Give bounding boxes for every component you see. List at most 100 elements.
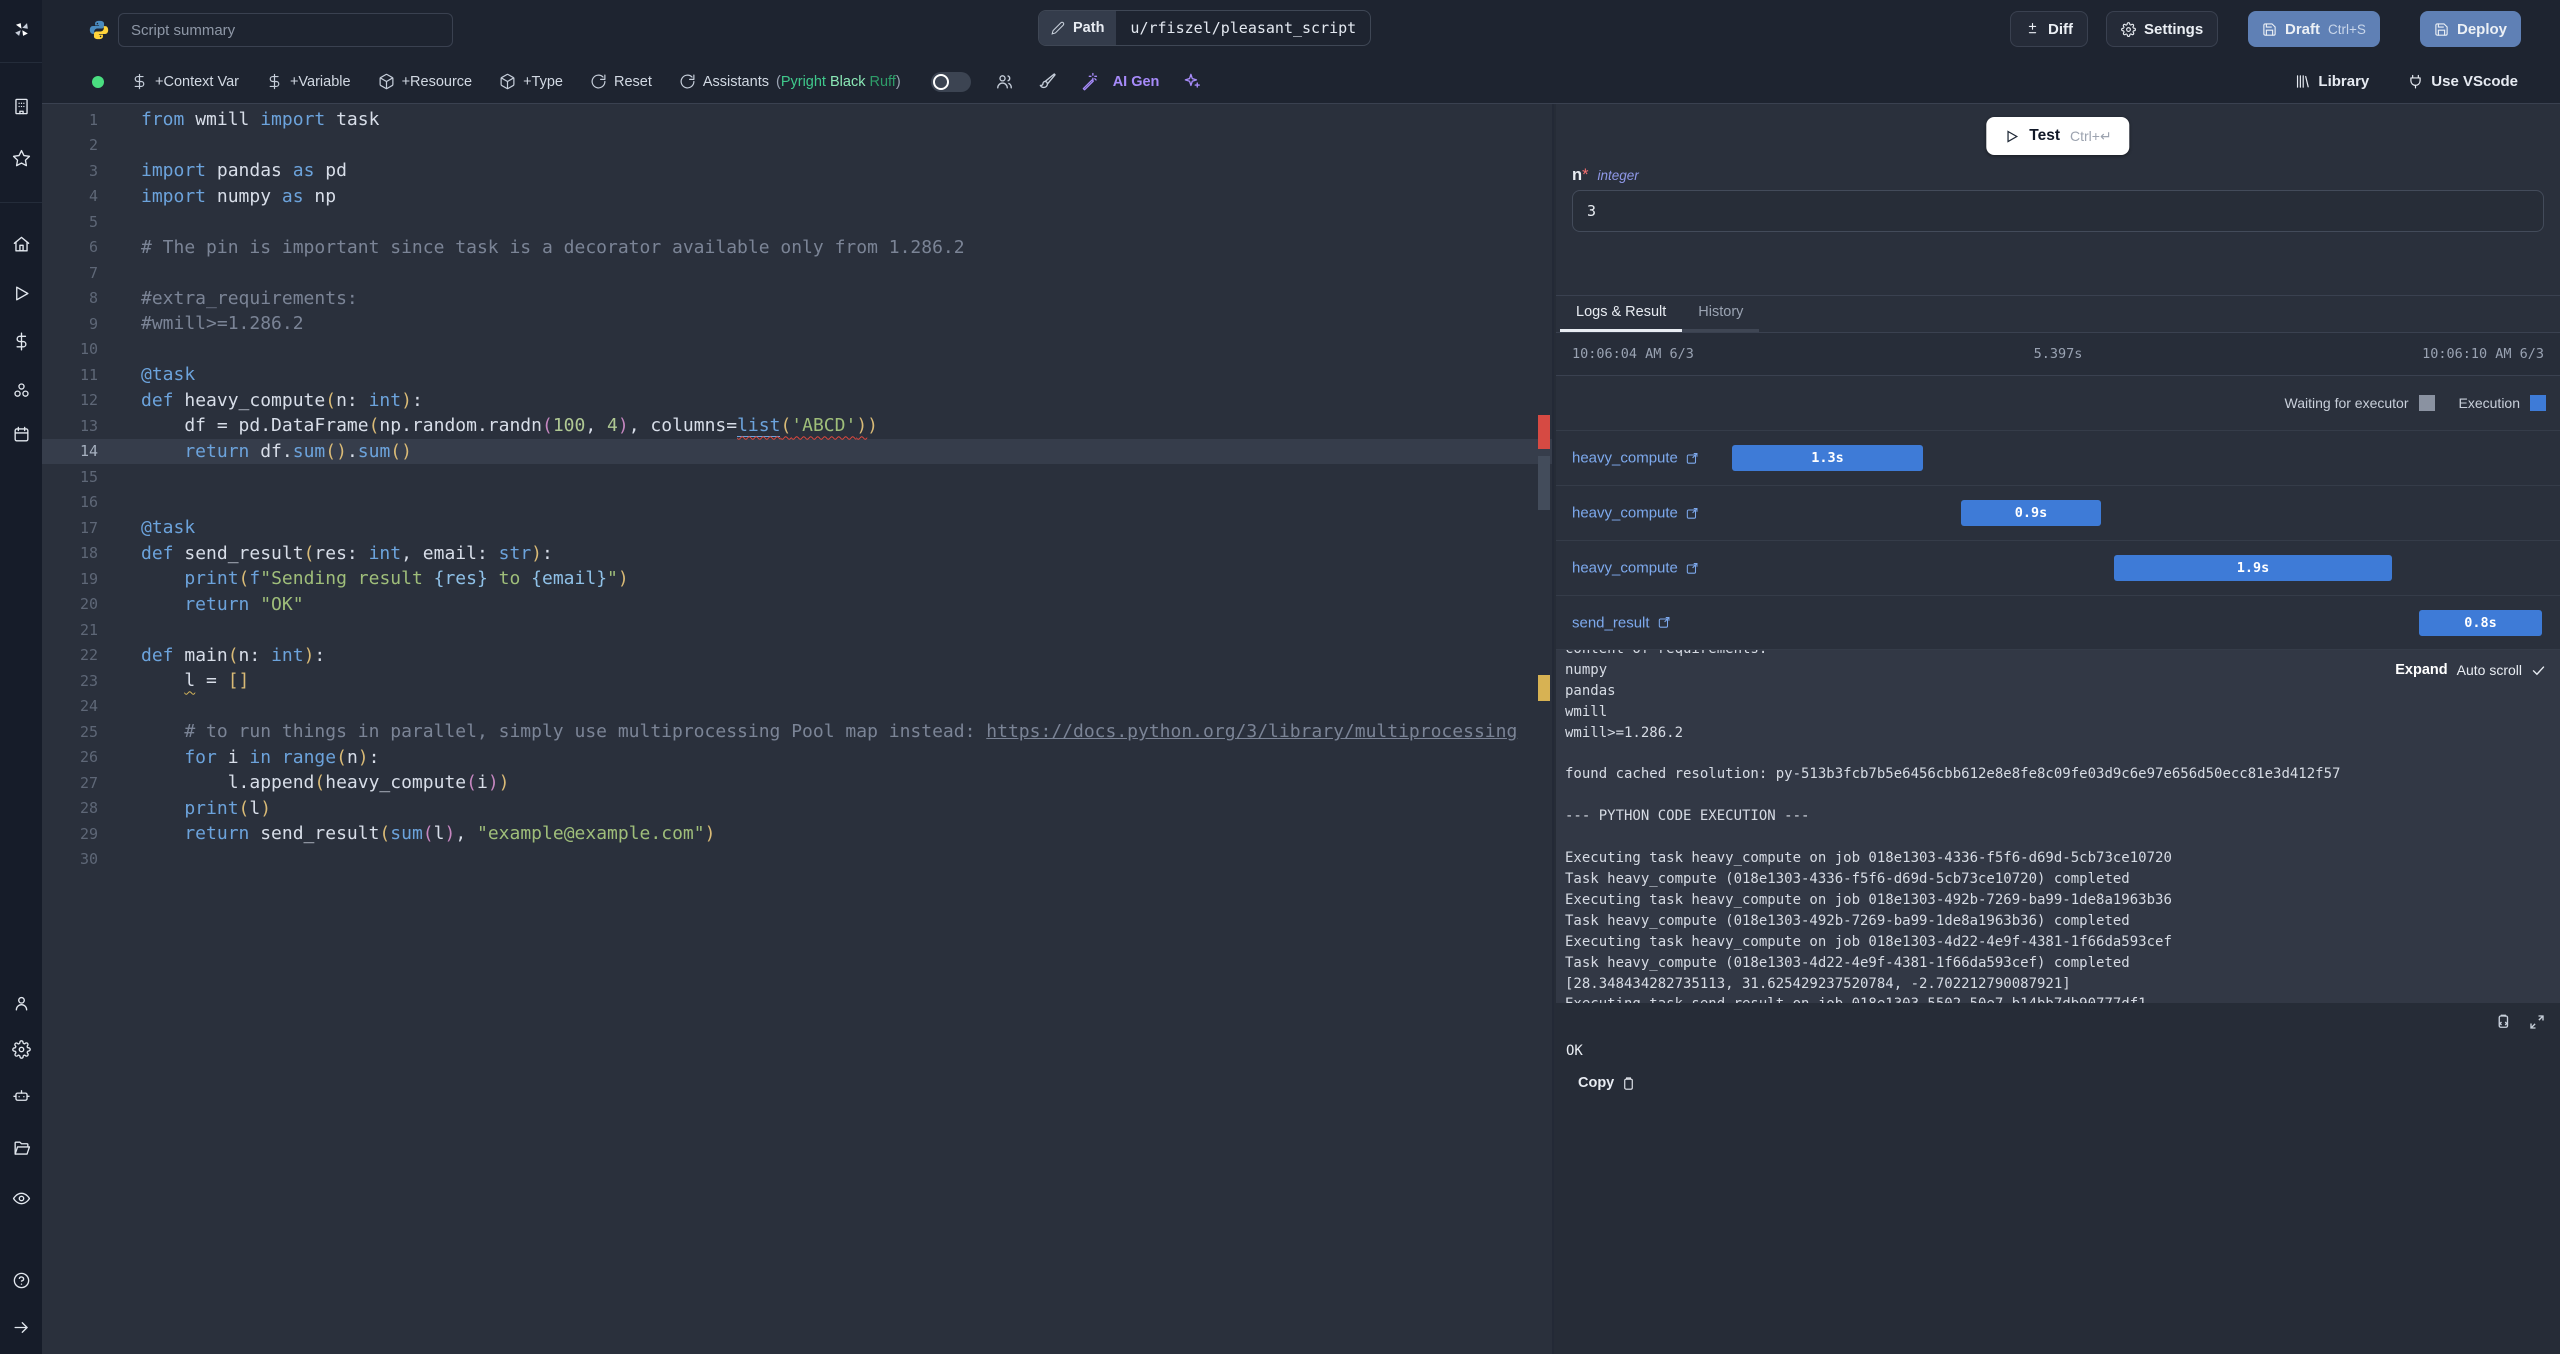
duration-bar[interactable]: 1.3s xyxy=(1732,445,1923,471)
code-lines[interactable]: 1 from wmill import task 2 3 import pandas a… xyxy=(42,104,1552,872)
code-line[interactable]: 23 l = [] xyxy=(42,668,1552,694)
code-line[interactable]: 26 for i in range(n): xyxy=(42,745,1552,771)
code-line[interactable]: 7 xyxy=(42,260,1552,286)
sidebar-item-help[interactable] xyxy=(0,1265,42,1295)
add-type-button[interactable]: +Type xyxy=(499,73,563,90)
main-content: 1 from wmill import task 2 3 import pandas a… xyxy=(42,104,2560,1354)
line-number: 16 xyxy=(79,493,98,512)
sidebar-item-resources[interactable] xyxy=(0,375,42,405)
save-draft-button[interactable]: Draft Ctrl+S xyxy=(2248,11,2380,47)
fullscreen-icon[interactable] xyxy=(2528,1013,2546,1031)
code-line[interactable]: 1 from wmill import task xyxy=(42,107,1552,133)
multiplayer-icon[interactable] xyxy=(995,72,1014,91)
code-line[interactable]: 30 xyxy=(42,847,1552,873)
line-number: 11 xyxy=(79,365,98,384)
reset-button[interactable]: Reset xyxy=(590,73,652,90)
code-line[interactable]: 25 # to run things in parallel, simply u… xyxy=(42,719,1552,745)
code-line[interactable]: 5 xyxy=(42,209,1552,235)
code-line[interactable]: 15 xyxy=(42,464,1552,490)
plug-icon xyxy=(2410,74,2421,89)
test-button[interactable]: Test Ctrl+↵ xyxy=(1986,117,2130,155)
code-text: def send_result(res: int, email: str): xyxy=(141,542,553,564)
code-line[interactable]: 29 return send_result(sum(l), "example@e… xyxy=(42,821,1552,847)
run-times-row: 10:06:04 AM 6/3 5.397s 10:06:10 AM 6/3 xyxy=(1556,332,2560,376)
windmill-logo-icon[interactable] xyxy=(0,14,42,44)
code-line[interactable]: 21 xyxy=(42,617,1552,643)
code-line[interactable]: 2 xyxy=(42,133,1552,159)
duration-bar[interactable]: 0.9s xyxy=(1961,500,2101,526)
scrollbar-thumb[interactable] xyxy=(1538,456,1550,510)
tab-history[interactable]: History xyxy=(1682,296,1760,332)
sidebar-item-workers[interactable] xyxy=(0,1080,42,1110)
editor-toolbar: +Context Var +Variable +Resource +Type R… xyxy=(42,60,2560,104)
test-panel: Test Ctrl+↵ n*integer Logs & Result Hist… xyxy=(1556,104,2560,1354)
format-brush-icon[interactable] xyxy=(1038,72,1057,91)
code-line[interactable]: 27 l.append(heavy_compute(i)) xyxy=(42,770,1552,796)
sidebar-item-runs[interactable] xyxy=(0,278,42,308)
code-line[interactable]: 13 df = pd.DataFrame(np.random.randn(100… xyxy=(42,413,1552,439)
copy-json-icon[interactable] xyxy=(2494,1013,2512,1031)
log-viewer[interactable]: content of requirements: numpy pandas wm… xyxy=(1556,650,2560,1003)
check-icon[interactable] xyxy=(2531,663,2546,678)
argument-n-input[interactable] xyxy=(1572,190,2544,232)
sidebar-item-favorites[interactable] xyxy=(0,143,42,173)
sparkles-icon[interactable] xyxy=(1183,72,1202,91)
code-line[interactable]: 14 return df.sum().sum() xyxy=(42,438,1552,464)
sidebar-item-folders[interactable] xyxy=(0,1133,42,1163)
task-link[interactable]: heavy_compute xyxy=(1572,560,1699,577)
sidebar-item-variables[interactable] xyxy=(0,326,42,356)
code-text: df = pd.DataFrame(np.random.randn(100, 4… xyxy=(141,415,879,438)
add-variable-button[interactable]: +Variable xyxy=(266,73,351,90)
code-line[interactable]: 20 return "OK" xyxy=(42,592,1552,618)
sidebar-item-users[interactable] xyxy=(0,988,42,1018)
sidebar-item-workspace[interactable] xyxy=(0,91,42,121)
add-context-var-button[interactable]: +Context Var xyxy=(131,73,239,90)
sidebar-item-schedules[interactable] xyxy=(0,419,42,449)
code-line[interactable]: 4 import numpy as np xyxy=(42,184,1552,210)
code-line[interactable]: 8 #extra_requirements: xyxy=(42,286,1552,312)
settings-button[interactable]: Settings xyxy=(2106,11,2219,47)
path-chip[interactable]: Path u/rfiszel/pleasant_script xyxy=(1038,10,1372,46)
deploy-button[interactable]: Deploy xyxy=(2420,11,2522,47)
use-vscode-button[interactable]: Use VScode xyxy=(2407,73,2518,90)
code-line[interactable]: 22 def main(n: int): xyxy=(42,643,1552,669)
code-line[interactable]: 3 import pandas as pd xyxy=(42,158,1552,184)
copy-result-button[interactable]: Copy xyxy=(1578,1075,1636,1091)
edit-path-button[interactable]: Path xyxy=(1039,11,1117,45)
result-tabs: Logs & Result History xyxy=(1556,295,2560,332)
line-number: 4 xyxy=(88,187,98,206)
execution-row: heavy_compute 1.9s xyxy=(1556,540,2560,595)
script-summary-input[interactable] xyxy=(118,13,453,47)
sidebar-item-home[interactable] xyxy=(0,229,42,259)
code-line[interactable]: 6 # The pin is important since task is a … xyxy=(42,235,1552,261)
diff-button[interactable]: Diff xyxy=(2010,11,2088,47)
code-line[interactable]: 16 xyxy=(42,490,1552,516)
tab-logs-result[interactable]: Logs & Result xyxy=(1560,296,1683,332)
library-button[interactable]: Library xyxy=(2294,73,2369,90)
code-editor[interactable]: 1 from wmill import task 2 3 import pandas a… xyxy=(42,104,1554,1354)
code-line[interactable]: 17 @task xyxy=(42,515,1552,541)
code-line[interactable]: 9 #wmill>=1.286.2 xyxy=(42,311,1552,337)
code-line[interactable]: 11 @task xyxy=(42,362,1552,388)
assistants-button[interactable]: Assistants (Pyright Black Ruff) xyxy=(679,73,901,90)
expand-button[interactable]: Expand xyxy=(2395,662,2447,678)
task-link[interactable]: send_result xyxy=(1572,614,1671,631)
code-text: l = [] xyxy=(184,670,250,692)
code-text: @task xyxy=(141,364,196,386)
add-resource-button[interactable]: +Resource xyxy=(378,73,472,90)
code-line[interactable]: 12 def heavy_compute(n: int): xyxy=(42,388,1552,414)
duration-bar[interactable]: 0.8s xyxy=(2419,609,2542,636)
code-line[interactable]: 28 print(l) xyxy=(42,796,1552,822)
sidebar-item-settings[interactable] xyxy=(0,1034,42,1064)
sidebar-item-audit-logs[interactable] xyxy=(0,1183,42,1213)
sidebar-collapse-icon[interactable] xyxy=(0,1312,42,1342)
duration-bar[interactable]: 1.9s xyxy=(2114,555,2392,581)
ai-gen-button[interactable]: AI Gen xyxy=(1081,72,1159,91)
code-line[interactable]: 24 xyxy=(42,694,1552,720)
task-link[interactable]: heavy_compute xyxy=(1572,450,1699,467)
task-link[interactable]: heavy_compute xyxy=(1572,505,1699,522)
code-line[interactable]: 10 xyxy=(42,337,1552,363)
code-line[interactable]: 18 def send_result(res: int, email: str): xyxy=(42,541,1552,567)
assistant-toggle[interactable] xyxy=(930,71,971,92)
code-line[interactable]: 19 print(f"Sending result {res} to {emai… xyxy=(42,566,1552,592)
